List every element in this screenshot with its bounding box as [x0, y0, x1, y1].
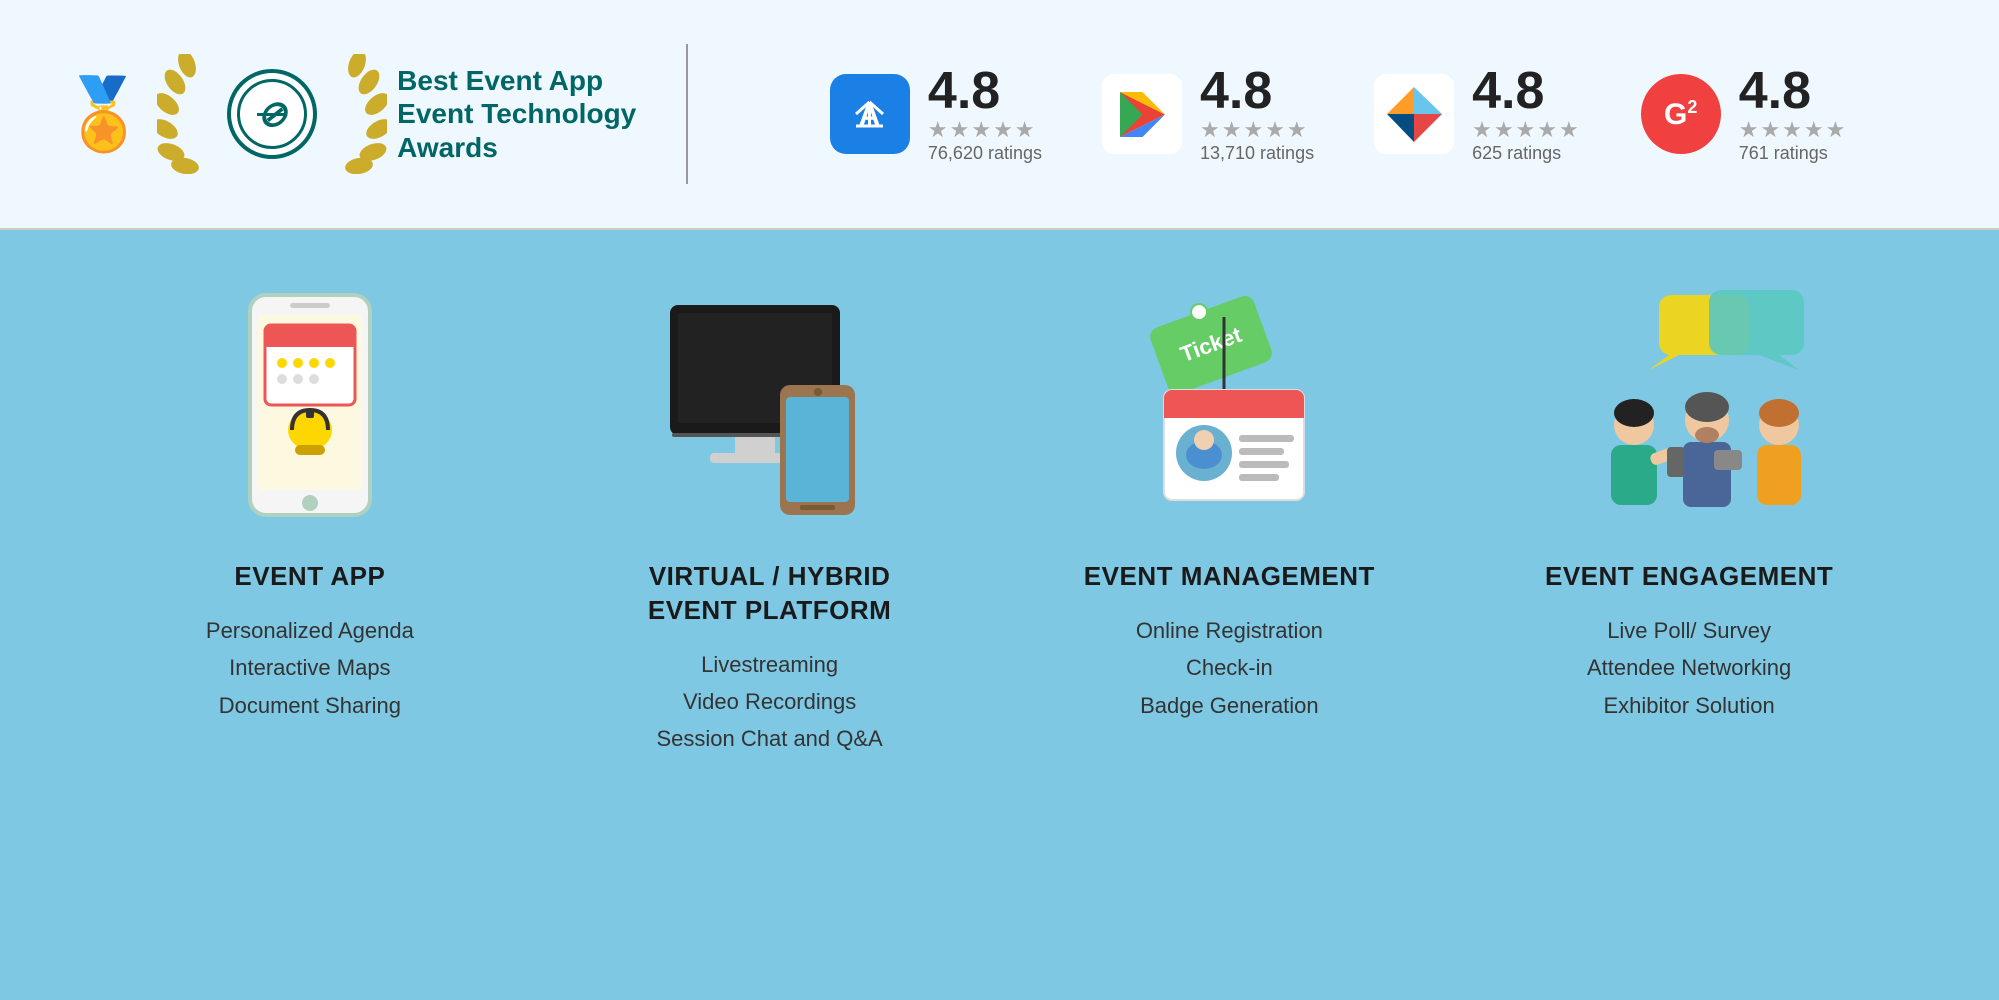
main-content: EVENT APP Personalized Agenda Interactiv…: [0, 230, 1999, 1000]
event-management-icon-area: Ticket: [1099, 280, 1359, 540]
capterra-stars: ★★★★★: [1472, 117, 1581, 143]
g2-count: 761 ratings: [1739, 143, 1848, 164]
capterra-rating-info: 4.8 ★★★★★ 625 ratings: [1472, 65, 1581, 164]
g2-stars: ★★★★★: [1739, 117, 1848, 143]
award-title-line3: Awards: [397, 131, 636, 165]
virtual-platform-item-2: Video Recordings: [656, 683, 882, 720]
playstore-rating: 4.8 ★★★★★ 13,710 ratings: [1102, 65, 1314, 164]
award-title-line1: Best Event App: [397, 64, 636, 98]
laurel-left-icon: [157, 54, 217, 174]
event-management-item-1: Online Registration: [1136, 612, 1323, 649]
virtual-platform-column: VIRTUAL / HYBRID EVENT PLATFORM Livestre…: [567, 280, 972, 758]
appstore-icon: A: [830, 74, 910, 154]
event-engagement-item-2: Attendee Networking: [1587, 649, 1791, 686]
event-engagement-illustration: [1559, 285, 1819, 535]
playstore-score: 4.8: [1200, 65, 1314, 117]
playstore-rating-info: 4.8 ★★★★★ 13,710 ratings: [1200, 65, 1314, 164]
award-section: 🏅 ⊘: [60, 54, 636, 174]
event-management-illustration: Ticket: [1109, 285, 1349, 535]
playstore-icon: [1102, 74, 1182, 154]
virtual-platform-item-1: Livestreaming: [656, 646, 882, 683]
ratings-section: A 4.8 ★★★★★ 76,620 ratings: [738, 65, 1939, 164]
virtual-platform-items: Livestreaming Video Recordings Session C…: [656, 646, 882, 758]
g2-rating-info: 4.8 ★★★★★ 761 ratings: [1739, 65, 1848, 164]
event-engagement-item-1: Live Poll/ Survey: [1587, 612, 1791, 649]
award-text: Best Event App Event Technology Awards: [397, 64, 636, 165]
event-engagement-title: EVENT ENGAGEMENT: [1545, 560, 1833, 594]
header-section: 🏅 ⊘: [0, 0, 1999, 230]
appstore-rating: A 4.8 ★★★★★ 76,620 ratings: [830, 65, 1042, 164]
award-title-line2: Event Technology: [397, 97, 636, 131]
event-app-item-2: Interactive Maps: [206, 649, 414, 686]
capterra-rating: 4.8 ★★★★★ 625 ratings: [1374, 65, 1581, 164]
virtual-platform-title: VIRTUAL / HYBRID EVENT PLATFORM: [648, 560, 891, 628]
appstore-count: 76,620 ratings: [928, 143, 1042, 164]
event-management-title: EVENT MANAGEMENT: [1084, 560, 1375, 594]
event-management-item-3: Badge Generation: [1136, 687, 1323, 724]
event-app-column: EVENT APP Personalized Agenda Interactiv…: [108, 280, 513, 724]
event-app-icon-area: [180, 280, 440, 540]
event-engagement-column: EVENT ENGAGEMENT Live Poll/ Survey Atten…: [1487, 280, 1892, 724]
event-engagement-items: Live Poll/ Survey Attendee Networking Ex…: [1587, 612, 1791, 724]
appstore-stars: ★★★★★: [928, 117, 1042, 143]
virtual-platform-illustration: [650, 285, 890, 535]
capterra-logo: [1382, 82, 1447, 147]
laurel-right-icon: [327, 54, 387, 174]
event-management-items: Online Registration Check-in Badge Gener…: [1136, 612, 1323, 724]
event-app-item-1: Personalized Agenda: [206, 612, 414, 649]
left-laurel: 🏅: [60, 79, 147, 149]
event-engagement-item-3: Exhibitor Solution: [1587, 687, 1791, 724]
event-engagement-icon-area: [1559, 280, 1819, 540]
appstore-score: 4.8: [928, 65, 1042, 117]
event-app-items: Personalized Agenda Interactive Maps Doc…: [206, 612, 414, 724]
award-badge: ⊘: [227, 69, 317, 159]
award-symbol: ⊘: [257, 93, 287, 135]
capterra-icon: [1374, 74, 1454, 154]
header-divider: [686, 44, 688, 184]
g2-score: 4.8: [1739, 65, 1848, 117]
event-management-item-2: Check-in: [1136, 649, 1323, 686]
capterra-score: 4.8: [1472, 65, 1581, 117]
playstore-stars: ★★★★★: [1200, 117, 1314, 143]
event-management-column: Ticket EVEN: [1027, 280, 1432, 724]
event-app-item-3: Document Sharing: [206, 687, 414, 724]
virtual-platform-icon-area: [640, 280, 900, 540]
g2-rating: G2 4.8 ★★★★★ 761 ratings: [1641, 65, 1848, 164]
event-app-illustration: [200, 285, 420, 535]
virtual-platform-item-3: Session Chat and Q&A: [656, 720, 882, 757]
capterra-count: 625 ratings: [1472, 143, 1581, 164]
event-app-title: EVENT APP: [234, 560, 385, 594]
g2-icon: G2: [1641, 74, 1721, 154]
playstore-count: 13,710 ratings: [1200, 143, 1314, 164]
appstore-rating-info: 4.8 ★★★★★ 76,620 ratings: [928, 65, 1042, 164]
playstore-logo: [1115, 87, 1170, 142]
